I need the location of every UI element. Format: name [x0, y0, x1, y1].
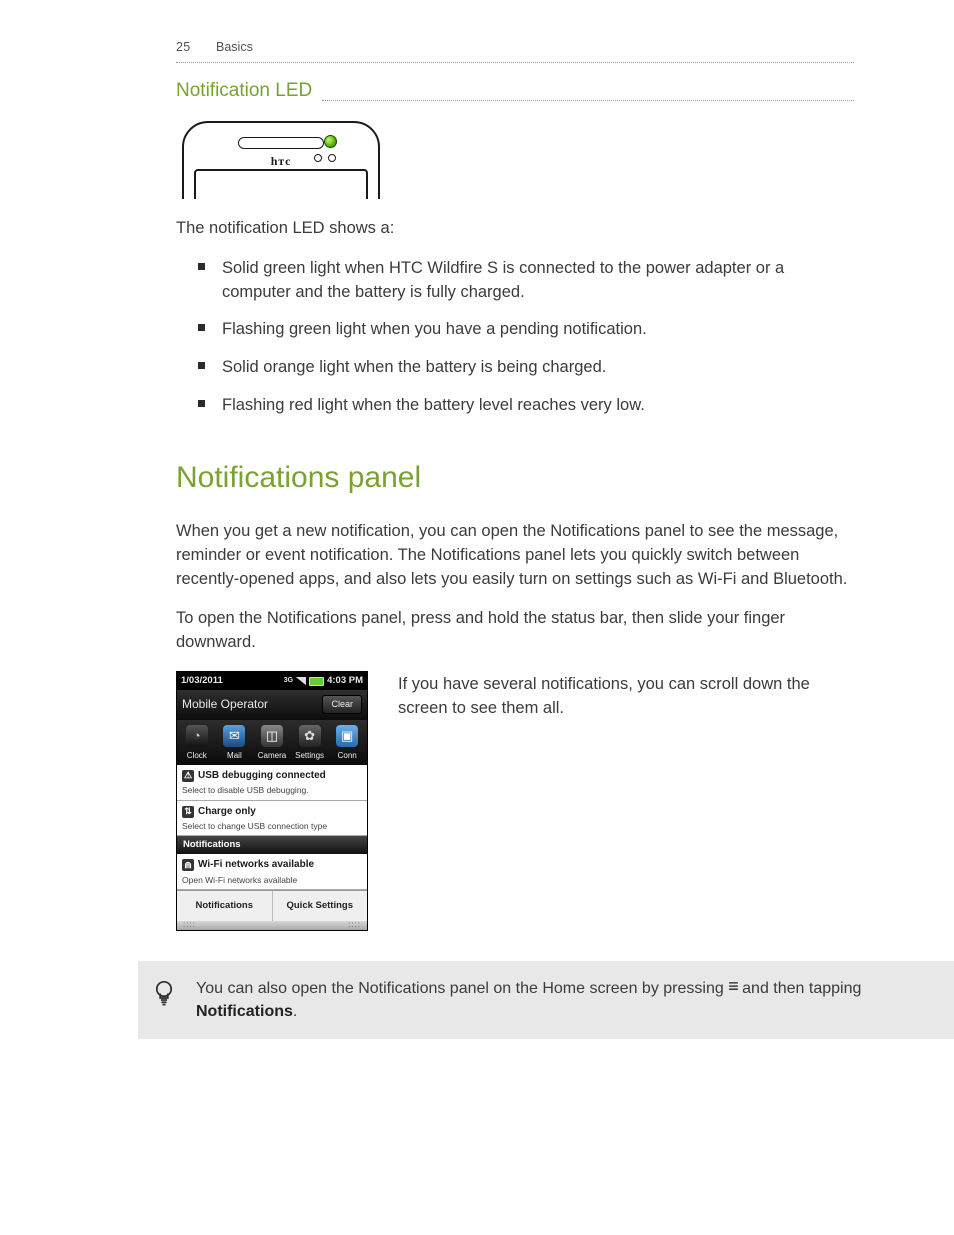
drag-handle[interactable]: :::: ::::	[177, 921, 367, 930]
notification-subtitle: Open Wi-Fi networks available	[182, 874, 362, 886]
notification-item[interactable]: ⚠ USB debugging connected Select to disab…	[177, 765, 367, 801]
app-settings[interactable]: ✿ Settings	[292, 725, 328, 762]
app-connections[interactable]: ▣ Conn	[329, 725, 365, 762]
status-bar: 1/03/2011 3G 4:03 PM	[177, 672, 367, 690]
side-paragraph: If you have several notifications, you c…	[398, 673, 854, 721]
camera-icon: ◫	[261, 725, 283, 747]
page-number: 25	[176, 40, 191, 54]
notification-subtitle: Select to disable USB debugging.	[182, 784, 362, 796]
clear-button[interactable]: Clear	[322, 695, 362, 714]
app-label: Camera	[254, 750, 290, 762]
notification-item[interactable]: ⋒ Wi-Fi networks available Open Wi-Fi net…	[177, 854, 367, 890]
app-label: Mail	[217, 750, 253, 762]
section-title: Notifications panel	[176, 456, 854, 500]
section-name: Basics	[216, 40, 253, 54]
app-label: Conn	[329, 750, 365, 762]
tip-text: You can also open the Notifications pane…	[196, 977, 932, 1023]
device-logo: hтс	[271, 153, 291, 170]
notifications-header: Notifications	[177, 836, 367, 854]
notification-subtitle: Select to change USB connection type	[182, 820, 362, 832]
recent-apps-row: ◔ Clock ✉ Mail ◫ Camera ✿ Settings ▣ C	[177, 720, 367, 765]
body-paragraph: To open the Notifications panel, press a…	[176, 607, 854, 655]
gear-icon: ✿	[299, 725, 321, 747]
usb-icon: ⇅	[182, 806, 194, 818]
list-item: Flashing red light when the battery leve…	[222, 394, 854, 418]
running-header: 25 Basics	[176, 38, 854, 56]
notifications-panel-screenshot: 1/03/2011 3G 4:03 PM Mobile Operator Cle…	[176, 671, 368, 930]
body-paragraph: When you get a new notification, you can…	[176, 520, 854, 592]
notification-item[interactable]: ⇅ Charge only Select to change USB connec…	[177, 801, 367, 837]
mail-icon: ✉	[223, 725, 245, 747]
led-states-list: Solid green light when HTC Wildfire S is…	[176, 257, 854, 419]
app-clock[interactable]: ◔ Clock	[179, 725, 215, 762]
phone-top-illustration: hтс	[176, 117, 384, 199]
status-time: 4:03 PM	[327, 674, 363, 688]
grip-dots: ::::	[348, 919, 361, 931]
dotted-rule	[322, 100, 854, 101]
grip-dots: ::::	[183, 919, 196, 931]
list-item: Flashing green light when you have a pen…	[222, 318, 854, 342]
wifi-icon: ⋒	[182, 859, 194, 871]
warning-icon: ⚠	[182, 770, 194, 782]
operator-label: Mobile Operator	[182, 696, 268, 713]
lightbulb-icon	[154, 979, 174, 1011]
subsection-title: Notification LED	[176, 77, 312, 105]
tip-box: You can also open the Notifications pane…	[138, 961, 954, 1039]
app-camera[interactable]: ◫ Camera	[254, 725, 290, 762]
network-mode-label: 3G	[284, 676, 293, 686]
battery-icon	[309, 677, 324, 686]
intro-text: The notification LED shows a:	[176, 217, 854, 241]
menu-icon: ≡	[728, 979, 738, 993]
list-item: Solid orange light when the battery is b…	[222, 356, 854, 380]
app-label: Clock	[179, 750, 215, 762]
app-label: Settings	[292, 750, 328, 762]
tab-notifications[interactable]: Notifications	[177, 891, 272, 921]
app-mail[interactable]: ✉ Mail	[217, 725, 253, 762]
status-date: 1/03/2011	[181, 674, 223, 688]
led-icon	[324, 135, 337, 148]
tab-quick-settings[interactable]: Quick Settings	[272, 891, 368, 921]
notification-title: Charge only	[198, 805, 256, 820]
notifications-word: Notifications	[196, 1003, 293, 1020]
divider	[176, 62, 854, 63]
connection-icon: ▣	[336, 725, 358, 747]
clock-icon: ◔	[186, 725, 208, 747]
list-item: Solid green light when HTC Wildfire S is…	[222, 257, 854, 305]
signal-icon	[296, 677, 306, 685]
notification-title: Wi-Fi networks available	[198, 858, 314, 873]
notification-title: USB debugging connected	[198, 769, 326, 784]
